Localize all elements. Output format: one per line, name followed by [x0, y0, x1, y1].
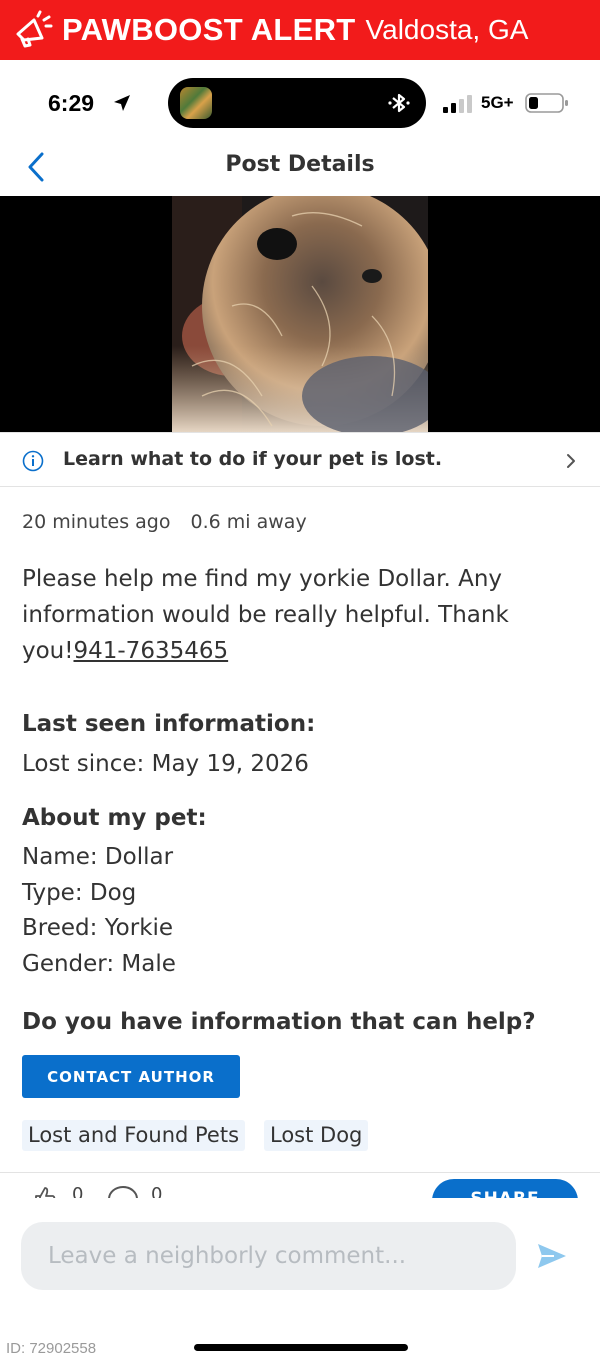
- pet-name: Name: Dollar: [22, 844, 174, 870]
- about-pet-heading: About my pet:: [22, 805, 207, 831]
- lost-since: Lost since: May 19, 2026: [22, 751, 309, 777]
- info-icon: [22, 450, 44, 472]
- alert-city: Valdosta, GA: [365, 14, 529, 45]
- navigation-bar: Post Details: [0, 146, 600, 196]
- share-label: SHARE: [470, 1189, 539, 1198]
- phone-link[interactable]: 941-7635465: [73, 638, 228, 664]
- help-heading: Do you have information that can help?: [22, 1009, 536, 1035]
- post-meta: 20 minutes ago 0.6 mi away: [22, 511, 307, 533]
- lost-pet-help-link[interactable]: Learn what to do if your pet is lost.: [63, 448, 442, 470]
- lost-pet-help-row[interactable]: Learn what to do if your pet is lost.: [0, 432, 600, 487]
- home-indicator[interactable]: [194, 1344, 408, 1351]
- like-count: 0: [72, 1184, 84, 1198]
- status-bar: 6:29 5G+: [0, 60, 600, 146]
- location-arrow-icon: [114, 95, 130, 111]
- battery-icon: [525, 93, 568, 113]
- clock: 6:29: [48, 90, 95, 116]
- chevron-right-icon: [567, 454, 575, 468]
- post-id: ID: 72902558: [6, 1340, 97, 1357]
- send-icon[interactable]: [536, 1242, 568, 1270]
- footer: ID: 72902558: [0, 1318, 600, 1362]
- yorkie-photo: [172, 196, 428, 432]
- post-distance: 0.6 mi away: [190, 511, 307, 533]
- network-type: 5G+: [481, 93, 514, 112]
- cellular-signal-icon: [443, 95, 472, 113]
- post-message: Please help me find my yorkie Dollar. An…: [22, 561, 578, 669]
- pet-type: Type: Dog: [22, 880, 137, 906]
- dynamic-island: [168, 78, 426, 128]
- comment-count: 0: [151, 1184, 163, 1198]
- post-time: 20 minutes ago: [22, 511, 171, 533]
- pet-photo[interactable]: [0, 196, 600, 432]
- megaphone-icon: [16, 10, 53, 48]
- bluetooth-icon: [388, 93, 410, 113]
- post-actions: 0 0 SHARE: [0, 1174, 600, 1198]
- thumbs-up-icon[interactable]: [32, 1184, 58, 1198]
- pet-gender: Gender: Male: [22, 951, 176, 977]
- contact-author-button[interactable]: CONTACT AUTHOR: [22, 1055, 240, 1098]
- page-title: Post Details: [225, 152, 375, 177]
- tag-lost-dog[interactable]: Lost Dog: [264, 1120, 369, 1151]
- pet-breed: Breed: Yorkie: [22, 915, 174, 941]
- now-playing-thumbnail: [180, 87, 212, 119]
- brand-name: PAWBOOST ALERT: [62, 12, 356, 47]
- share-button[interactable]: SHARE: [432, 1179, 578, 1198]
- comment-composer: Leave a neighborly comment...: [0, 1198, 600, 1318]
- alert-banner: PAWBOOST ALERT Valdosta, GA: [0, 0, 600, 60]
- last-seen-heading: Last seen information:: [22, 711, 316, 737]
- divider: [0, 1172, 600, 1173]
- comment-input[interactable]: Leave a neighborly comment...: [21, 1222, 516, 1290]
- comment-icon[interactable]: [106, 1184, 140, 1198]
- tag-lost-and-found-pets[interactable]: Lost and Found Pets: [22, 1120, 246, 1151]
